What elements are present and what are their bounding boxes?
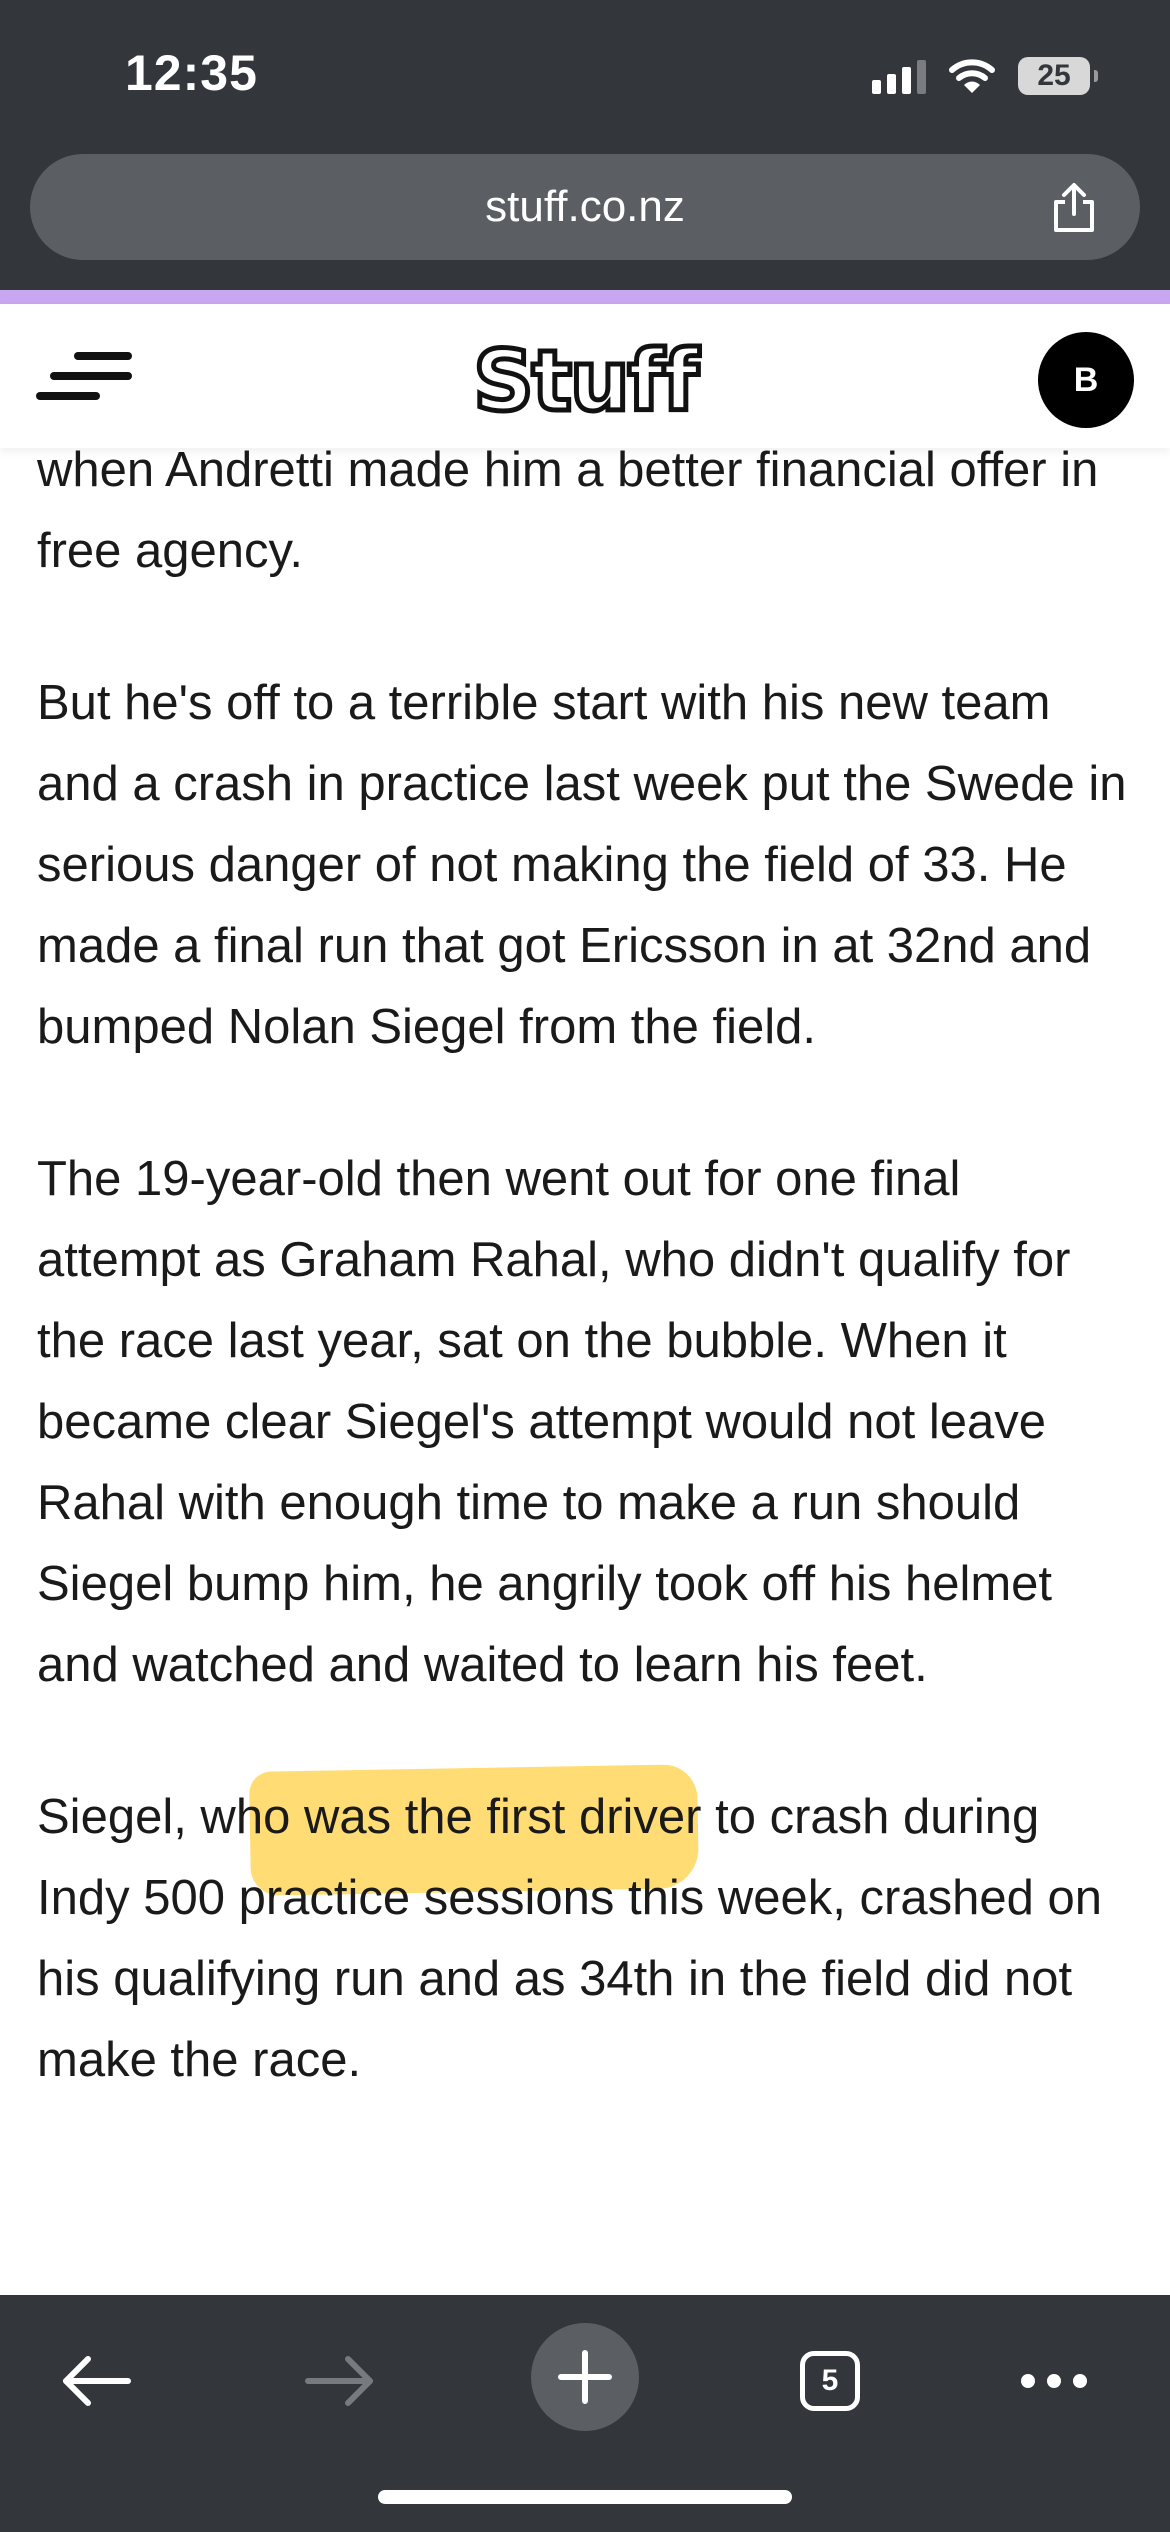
share-icon[interactable] [1046, 180, 1102, 236]
article-paragraph: But he's off to a terrible start with hi… [37, 676, 1127, 1054]
status-time: 12:35 [125, 45, 258, 101]
site-logo[interactable]: Stuff [0, 330, 1170, 433]
site-header: Stuff B [0, 304, 1170, 448]
more-button[interactable] [1004, 2331, 1104, 2431]
plus-icon [558, 2350, 612, 2404]
paragraph-text: The 19-year-old then went out for one fi… [37, 1152, 1071, 1692]
article-body: when Andretti made him a better financia… [37, 430, 1137, 2172]
address-bar[interactable]: stuff.co.nz [30, 154, 1140, 260]
phone-screen: 12:35 25 stuff.co.nz Stuff B when Andret… [0, 0, 1170, 2532]
article-paragraph: The 19-year-old then went out for one fi… [37, 1139, 1137, 1706]
new-tab-button[interactable] [531, 2323, 639, 2431]
page-load-accent-bar [0, 290, 1170, 304]
battery-icon: 25 [1018, 57, 1098, 95]
tabs-button[interactable]: 5 [780, 2331, 880, 2431]
wifi-icon [949, 59, 995, 93]
battery-level: 25 [1037, 59, 1071, 92]
url-text[interactable]: stuff.co.nz [30, 154, 1140, 260]
browser-top-chrome: 12:35 25 stuff.co.nz [0, 0, 1170, 290]
tab-count: 5 [821, 2364, 839, 2397]
status-icons: 25 [872, 54, 1098, 98]
signal-icon [872, 58, 926, 94]
back-arrow-icon [63, 2356, 131, 2406]
article-paragraph: Siegel, who was the first driver to cras… [37, 1790, 1102, 2087]
highlighted-text[interactable]: learn his feet. [634, 1638, 928, 1692]
home-indicator[interactable] [378, 2490, 792, 2504]
user-avatar[interactable]: B [1038, 332, 1134, 428]
back-button[interactable] [46, 2331, 146, 2431]
more-icon [1021, 2374, 1087, 2388]
forward-button[interactable] [290, 2331, 390, 2431]
forward-arrow-icon [305, 2356, 373, 2406]
tabs-icon: 5 [800, 2351, 860, 2411]
article-paragraph: when Andretti made him a better financia… [37, 443, 1099, 578]
